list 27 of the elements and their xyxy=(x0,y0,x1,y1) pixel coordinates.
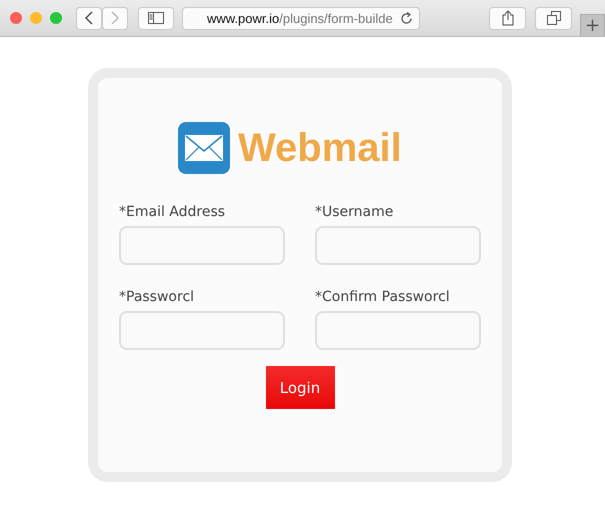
minimize-icon[interactable] xyxy=(30,12,42,24)
chevron-left-icon xyxy=(84,11,94,25)
sidebar-icon xyxy=(148,12,164,24)
field-label: *Username xyxy=(315,204,394,220)
field-label: *Passworcl xyxy=(119,289,196,305)
reload-icon[interactable] xyxy=(400,12,413,24)
input-field[interactable] xyxy=(119,226,285,265)
back-button[interactable] xyxy=(76,6,102,30)
new-tab-button[interactable]: + xyxy=(580,14,605,36)
field-label: *Confirm Passworcl xyxy=(315,289,451,305)
close-icon[interactable] xyxy=(10,12,22,24)
chevron-right-icon xyxy=(110,11,120,25)
tabs-icon xyxy=(546,11,560,25)
input-field[interactable] xyxy=(119,311,285,350)
logo-text: Webmail xyxy=(238,126,402,170)
input-field[interactable] xyxy=(315,311,481,350)
url-text: www.powr.io/plugins/form-builde xyxy=(207,10,394,26)
sidebar-button[interactable] xyxy=(138,6,174,30)
share-icon xyxy=(502,10,514,26)
tabs-button[interactable] xyxy=(535,6,572,30)
input-field[interactable] xyxy=(315,226,481,265)
share-button[interactable] xyxy=(489,6,526,30)
zoom-icon[interactable] xyxy=(50,12,62,24)
address-bar[interactable]: www.powr.io/plugins/form-builde xyxy=(182,6,420,30)
envelope-icon xyxy=(178,122,230,174)
field-label: *Email Address xyxy=(119,204,226,220)
login-button[interactable]: Login xyxy=(266,366,334,409)
